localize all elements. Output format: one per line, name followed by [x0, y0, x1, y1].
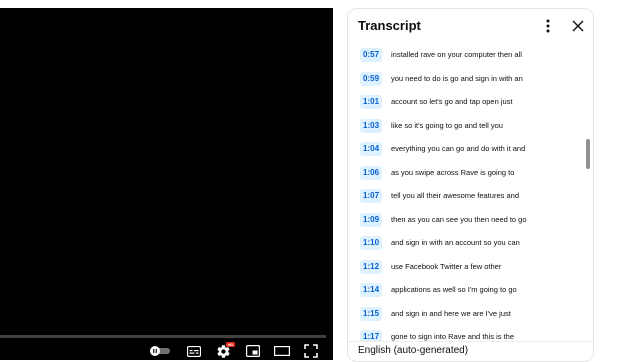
- transcript-segment[interactable]: 1:06 as you swipe across Rave is going t…: [348, 161, 583, 185]
- segment-timestamp[interactable]: 0:59: [360, 71, 383, 86]
- segment-text: then as you can see you then need to go: [391, 214, 527, 224]
- theater-button[interactable]: [273, 342, 291, 360]
- segment-text: like so it's going to go and tell you: [391, 120, 503, 130]
- transcript-segment[interactable]: 1:09 then as you can see you then need t…: [348, 208, 583, 232]
- segment-timestamp[interactable]: 1:01: [360, 95, 383, 109]
- transcript-header: Transcript: [348, 9, 593, 43]
- segment-text: use Facebook Twitter a few other: [391, 261, 502, 271]
- transcript-segment[interactable]: 1:03 like so it's going to go and tell y…: [348, 114, 583, 138]
- segment-timestamp[interactable]: 1:17: [360, 330, 383, 341]
- miniplayer-button[interactable]: [244, 342, 262, 360]
- segment-text: everything you can go and do with it and: [391, 144, 526, 153]
- autoplay-toggle[interactable]: [150, 342, 172, 360]
- transcript-scrollbar[interactable]: [586, 139, 590, 169]
- close-transcript-button[interactable]: [570, 18, 586, 34]
- segment-text: and sign in and here we are I've just: [391, 308, 511, 318]
- transcript-segment[interactable]: 1:07 tell you all their awesome features…: [348, 184, 583, 208]
- player-top-margin: [0, 0, 333, 8]
- segment-text: as you swipe across Rave is going to: [391, 167, 515, 177]
- transcript-segment[interactable]: 1:12 use Facebook Twitter a few other: [348, 255, 583, 279]
- transcript-footer: English (auto-generated): [348, 341, 593, 361]
- progress-bar[interactable]: [0, 335, 326, 338]
- transcript-segment[interactable]: 1:14 applications as well so I'm going t…: [348, 278, 583, 302]
- more-options-button[interactable]: [540, 18, 556, 34]
- player-controls: [0, 342, 333, 360]
- transcript-segment[interactable]: 1:01 account so let's go and tap open ju…: [348, 90, 583, 114]
- segment-timestamp[interactable]: 1:15: [360, 306, 383, 321]
- segment-timestamp[interactable]: 1:03: [360, 118, 383, 133]
- segment-text: and sign in with an account so you can: [391, 238, 520, 247]
- transcript-segment[interactable]: 1:04 everything you can go and do with i…: [348, 137, 583, 161]
- fullscreen-icon: [304, 344, 318, 358]
- video-player[interactable]: HD: [0, 8, 333, 360]
- subtitles-icon: [187, 345, 201, 357]
- segment-timestamp[interactable]: 1:14: [360, 283, 383, 297]
- transcript-title: Transcript: [358, 18, 421, 33]
- more-vert-icon: [546, 19, 550, 33]
- segment-timestamp[interactable]: 0:57: [360, 48, 383, 62]
- transcript-segment[interactable]: 1:17 gone to sign into Rave and this is …: [348, 325, 583, 341]
- autoplay-toggle-icon: [150, 346, 170, 356]
- theater-mode-icon: [274, 346, 290, 356]
- segment-text: installed rave on your computer then all: [391, 50, 522, 59]
- segment-text: gone to sign into Rave and this is the: [391, 332, 514, 341]
- fullscreen-button[interactable]: [302, 342, 320, 360]
- miniplayer-icon: [246, 345, 260, 357]
- transcript-segment[interactable]: 0:59 you need to do is go and sign in wi…: [348, 67, 583, 91]
- segment-timestamp[interactable]: 1:10: [360, 236, 383, 250]
- language-selector[interactable]: English (auto-generated): [358, 345, 468, 356]
- transcript-segment[interactable]: 1:10 and sign in with an account so you …: [348, 231, 583, 255]
- close-icon: [572, 20, 584, 32]
- transcript-segment[interactable]: 0:57 installed rave on your computer the…: [348, 43, 583, 67]
- transcript-panel: Transcript 0:57 installed rave on your c…: [347, 8, 594, 362]
- transcript-segment[interactable]: 1:15 and sign in and here we are I've ju…: [348, 302, 583, 326]
- captions-button[interactable]: [185, 342, 203, 360]
- segment-timestamp[interactable]: 1:06: [360, 165, 383, 180]
- segment-text: tell you all their awesome features and: [391, 191, 519, 200]
- segment-timestamp[interactable]: 1:12: [360, 259, 383, 274]
- segment-text: applications as well so I'm going to go: [391, 285, 517, 294]
- segment-timestamp[interactable]: 1:09: [360, 212, 383, 227]
- segment-text: you need to do is go and sign in with an: [391, 73, 523, 83]
- hd-badge: HD: [226, 342, 235, 347]
- transcript-segments: 0:57 installed rave on your computer the…: [348, 43, 593, 341]
- segment-text: account so let's go and tap open just: [391, 97, 513, 106]
- segment-timestamp[interactable]: 1:07: [360, 189, 383, 203]
- segment-timestamp[interactable]: 1:04: [360, 142, 383, 156]
